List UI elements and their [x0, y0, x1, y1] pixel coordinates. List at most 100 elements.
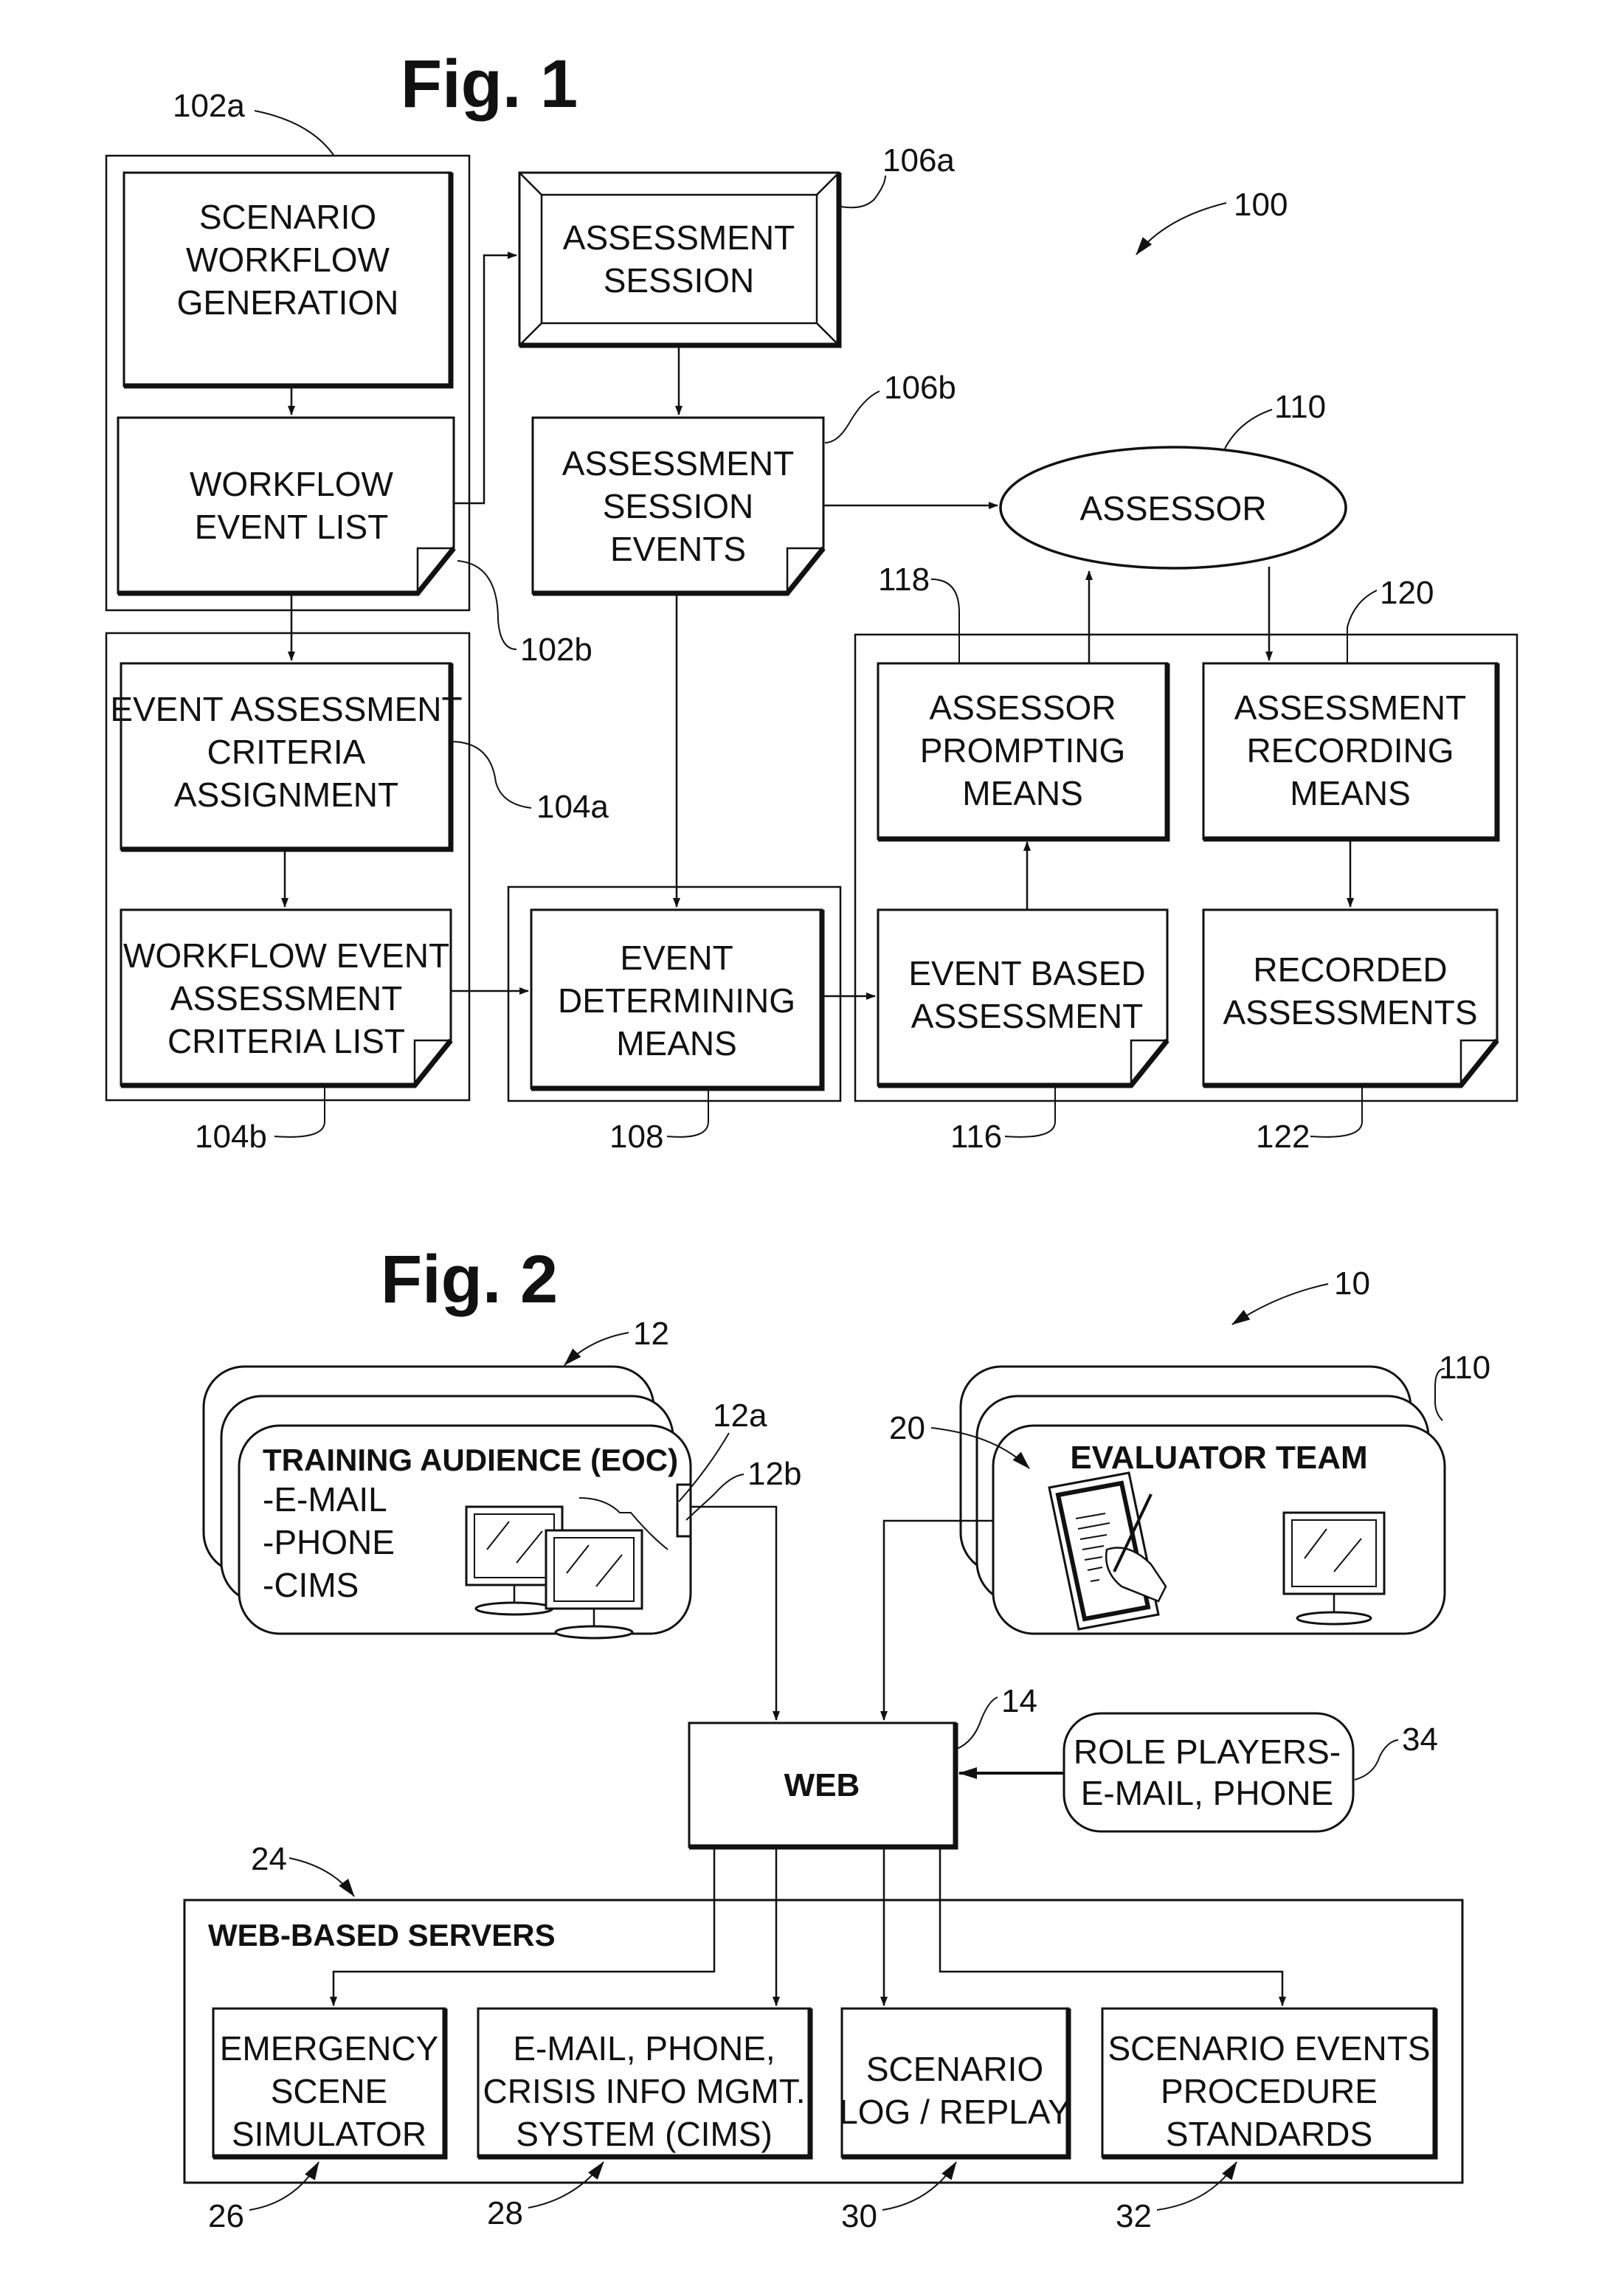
ref-20: 20 — [889, 1410, 925, 1446]
svg-text:E-MAIL, PHONE,: E-MAIL, PHONE, — [513, 2029, 775, 2068]
assessment-session-events-doc: ASSESSMENT SESSION EVENTS — [531, 416, 826, 596]
svg-text:EVENT: EVENT — [620, 939, 733, 977]
ref-102a-leader — [254, 110, 334, 156]
svg-text:ASSESSMENT: ASSESSMENT — [911, 997, 1143, 1035]
ref-118: 118 — [878, 562, 930, 598]
recorded-assessments-doc: RECORDED ASSESSMENTS — [1202, 908, 1499, 1088]
ref-110: 110 — [1274, 389, 1326, 425]
ref-106a-leader — [840, 175, 886, 209]
svg-text:ASSESSOR: ASSESSOR — [929, 688, 1116, 727]
svg-text:CRISIS INFO MGMT.: CRISIS INFO MGMT. — [483, 2072, 806, 2110]
ref-28: 28 — [487, 2195, 523, 2231]
ref-120-leader — [1347, 590, 1378, 663]
ref-102b: 102b — [520, 632, 592, 668]
ref-26: 26 — [208, 2198, 244, 2234]
ref-12b-leader — [685, 1474, 744, 1521]
ref-24: 24 — [251, 1841, 287, 1877]
ref-116-leader — [1004, 1088, 1056, 1138]
ref-122-leader — [1310, 1088, 1363, 1138]
ref-110-evaluator: 110 — [1439, 1350, 1490, 1386]
ref-34-leader — [1354, 1739, 1399, 1781]
ref-110-leader — [1224, 409, 1273, 449]
ref-10-arrow — [1231, 1283, 1329, 1325]
svg-text:ASSESSMENT: ASSESSMENT — [1234, 688, 1466, 727]
svg-text:SCENARIO EVENTS: SCENARIO EVENTS — [1108, 2029, 1430, 2068]
training-audience-card-stack: TRAINING AUDIENCE (EOC) -E-MAIL -PHONE -… — [202, 1365, 692, 1640]
role-players-box: ROLE PLAYERS- E-MAIL, PHONE — [1062, 1712, 1355, 1833]
workflow-event-list-doc: WORKFLOW EVENT LIST — [117, 416, 456, 596]
svg-text:SESSION: SESSION — [604, 261, 755, 300]
ref-108-leader — [666, 1091, 709, 1138]
assessor-prompting-means-box: ASSESSOR PROMPTING MEANS — [877, 662, 1170, 842]
svg-text:SCENARIO: SCENARIO — [866, 2050, 1043, 2088]
web-based-servers-heading: WEB-BASED SERVERS — [208, 1918, 556, 1952]
ref-120: 120 — [1380, 575, 1434, 611]
ref-14-leader — [956, 1696, 998, 1750]
ref-34: 34 — [1402, 1721, 1438, 1758]
cims-box: E-MAIL, PHONE, CRISIS INFO MGMT. SYSTEM … — [477, 2007, 813, 2160]
svg-text:EVENT BASED: EVENT BASED — [908, 954, 1145, 992]
training-item-email: -E-MAIL — [263, 1480, 387, 1519]
ref-104b-leader — [274, 1088, 325, 1138]
svg-text:WORKFLOW: WORKFLOW — [186, 241, 390, 279]
svg-text:ROLE PLAYERS-: ROLE PLAYERS- — [1074, 1733, 1341, 1771]
ref-100-arrow — [1136, 202, 1227, 255]
fig2-title: Fig. 2 — [381, 1242, 558, 1317]
emergency-scene-simulator-box: EMERGENCY SCENE SIMULATOR — [212, 2007, 448, 2160]
svg-text:RECORDING: RECORDING — [1246, 731, 1454, 770]
patent-figures: Fig. 1 100 102a SCENARIO WORKFLOW GENERA… — [105, 46, 1518, 2234]
svg-text:PROMPTING: PROMPTING — [920, 731, 1126, 770]
figure-1: Fig. 1 100 102a SCENARIO WORKFLOW GENERA… — [105, 46, 1518, 1155]
ref-102a: 102a — [173, 88, 245, 124]
svg-text:SCENE: SCENE — [271, 2072, 387, 2110]
svg-text:SIMULATOR: SIMULATOR — [232, 2115, 426, 2153]
ref-118-leader — [930, 579, 960, 663]
ref-106b: 106b — [884, 370, 956, 406]
svg-text:ASSESSMENTS: ASSESSMENTS — [1223, 993, 1477, 1032]
svg-text:EVENTS: EVENTS — [610, 530, 746, 568]
svg-text:SCENARIO: SCENARIO — [199, 198, 376, 236]
svg-text:GENERATION: GENERATION — [177, 283, 399, 322]
svg-text:WORKFLOW: WORKFLOW — [190, 465, 394, 503]
ref-32: 32 — [1116, 2198, 1152, 2234]
event-assessment-criteria-assignment-box: EVENT ASSESSMENT CRITERIA ASSIGNMENT — [110, 662, 463, 852]
svg-text:ASSESSOR: ASSESSOR — [1079, 489, 1266, 528]
svg-text:ASSESSMENT: ASSESSMENT — [170, 979, 402, 1018]
evaluator-team-heading: EVALUATOR TEAM — [1070, 1440, 1367, 1476]
event-based-assessment-doc: EVENT BASED ASSESSMENT — [877, 908, 1169, 1088]
ref-10: 10 — [1334, 1265, 1370, 1302]
ref-12b: 12b — [747, 1456, 801, 1492]
svg-text:EVENT ASSESSMENT: EVENT ASSESSMENT — [110, 690, 462, 728]
ref-24-arrow — [288, 1857, 355, 1897]
svg-text:STANDARDS: STANDARDS — [1166, 2115, 1372, 2153]
svg-text:CRITERIA: CRITERIA — [207, 733, 366, 771]
svg-text:E-MAIL, PHONE: E-MAIL, PHONE — [1081, 1774, 1334, 1812]
ref-108: 108 — [609, 1119, 663, 1155]
figure-2: Fig. 2 10 TRAINING AUDIENCE (EOC) -E-MAI… — [183, 1242, 1490, 2234]
ref-30: 30 — [841, 2198, 877, 2234]
ref-104a-leader — [450, 741, 532, 809]
svg-text:ASSESSMENT: ASSESSMENT — [563, 218, 795, 257]
ref-12: 12 — [633, 1316, 669, 1352]
svg-text:LOG / REPLAY: LOG / REPLAY — [839, 2093, 1071, 2131]
ref-106a: 106a — [882, 142, 955, 179]
ref-106b-leader — [824, 390, 880, 443]
scenario-events-procedure-standards-box: SCENARIO EVENTS PROCEDURE STANDARDS — [1101, 2007, 1438, 2160]
ref-14: 14 — [1001, 1683, 1037, 1719]
ref-104b: 104b — [195, 1119, 267, 1155]
ref-122: 122 — [1256, 1119, 1310, 1155]
workflow-event-assessment-criteria-list-doc: WORKFLOW EVENT ASSESSMENT CRITERIA LIST — [120, 908, 453, 1088]
svg-text:MEANS: MEANS — [1290, 774, 1411, 812]
arrow-12-14 — [691, 1505, 780, 1721]
assessment-recording-means-box: ASSESSMENT RECORDING MEANS — [1202, 662, 1500, 842]
ref-100: 100 — [1234, 187, 1288, 223]
svg-text:WORKFLOW EVENT: WORKFLOW EVENT — [123, 936, 449, 975]
svg-text:WEB: WEB — [784, 1767, 860, 1803]
ref-12a: 12a — [713, 1398, 767, 1434]
svg-text:EMERGENCY: EMERGENCY — [220, 2029, 438, 2068]
ref-116: 116 — [950, 1119, 1002, 1155]
svg-text:MEANS: MEANS — [616, 1024, 737, 1063]
event-determining-means-box: EVENT DETERMINING MEANS — [530, 908, 825, 1091]
fig1-title: Fig. 1 — [401, 46, 578, 122]
assessment-session-box: ASSESSMENT SESSION — [518, 171, 842, 348]
